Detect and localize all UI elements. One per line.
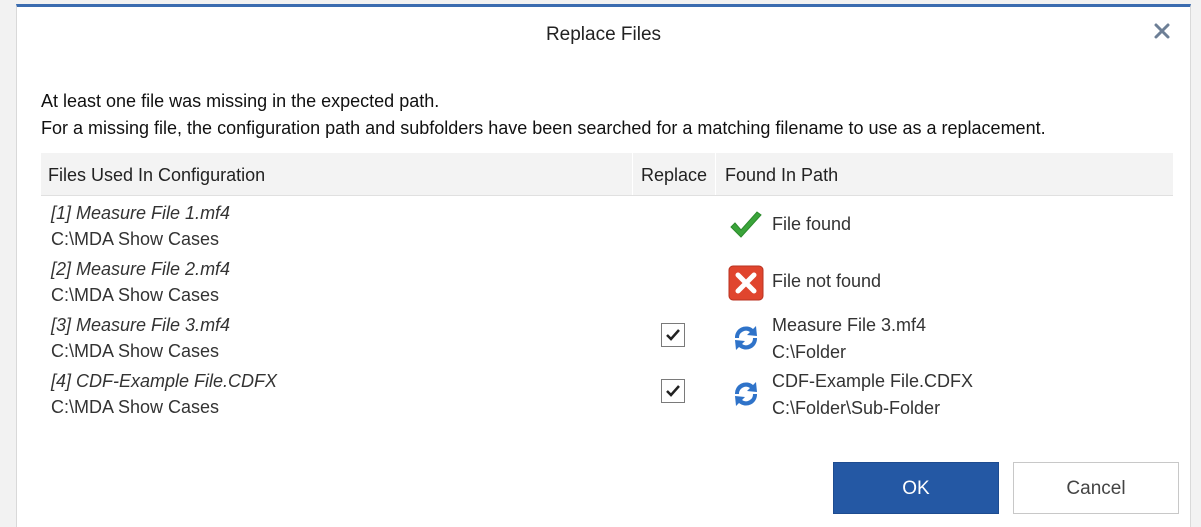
column-header-replace[interactable]: Replace — [633, 153, 716, 195]
error-icon — [727, 264, 765, 302]
found-file-path: C:\Folder\Sub-Folder — [772, 398, 941, 418]
dialog-titlebar: Replace Files — [17, 7, 1190, 61]
found-status: File found — [772, 214, 852, 234]
replace-files-dialog: Replace Files At least one file was miss… — [16, 4, 1191, 527]
file-name: [3] Measure File 3.mf4 — [51, 315, 231, 335]
found-file-name: CDF-Example File.CDFX — [772, 371, 974, 391]
column-header-files[interactable]: Files Used In Configuration — [41, 153, 633, 195]
table-row[interactable]: [3] Measure File 3.mf4 C:\MDA Show Cases… — [41, 315, 1173, 371]
file-name: [2] Measure File 2.mf4 — [51, 259, 231, 279]
file-name: [4] CDF-Example File.CDFX — [51, 371, 278, 391]
file-path: C:\MDA Show Cases — [51, 285, 220, 305]
message-line-2: For a missing file, the configuration pa… — [41, 118, 1046, 138]
replace-icon — [727, 375, 765, 413]
ok-button[interactable]: OK — [833, 462, 999, 514]
files-table: Files Used In Configuration Replace Foun… — [41, 153, 1173, 423]
found-file-name: Measure File 3.mf4 — [772, 315, 927, 335]
column-header-found-in-path[interactable]: Found In Path — [716, 153, 1173, 195]
replace-icon — [727, 319, 765, 357]
replace-checkbox[interactable] — [661, 323, 685, 347]
close-icon[interactable] — [1150, 19, 1174, 43]
file-path: C:\MDA Show Cases — [51, 229, 220, 249]
file-name: [1] Measure File 1.mf4 — [51, 203, 231, 223]
replace-checkbox[interactable] — [661, 379, 685, 403]
table-header: Files Used In Configuration Replace Foun… — [41, 153, 1173, 196]
table-row[interactable]: [4] CDF-Example File.CDFX C:\MDA Show Ca… — [41, 371, 1173, 427]
found-status: File not found — [772, 271, 882, 291]
found-file-path: C:\Folder — [772, 342, 847, 362]
file-path: C:\MDA Show Cases — [51, 397, 220, 417]
cancel-button[interactable]: Cancel — [1013, 462, 1179, 514]
table-row[interactable]: [2] Measure File 2.mf4 C:\MDA Show Cases… — [41, 259, 1173, 315]
dialog-title: Replace Files — [545, 24, 662, 45]
check-icon — [727, 207, 765, 245]
file-path: C:\MDA Show Cases — [51, 341, 220, 361]
table-row[interactable]: [1] Measure File 1.mf4 C:\MDA Show Cases… — [41, 203, 1173, 259]
message-line-1: At least one file was missing in the exp… — [41, 91, 440, 111]
